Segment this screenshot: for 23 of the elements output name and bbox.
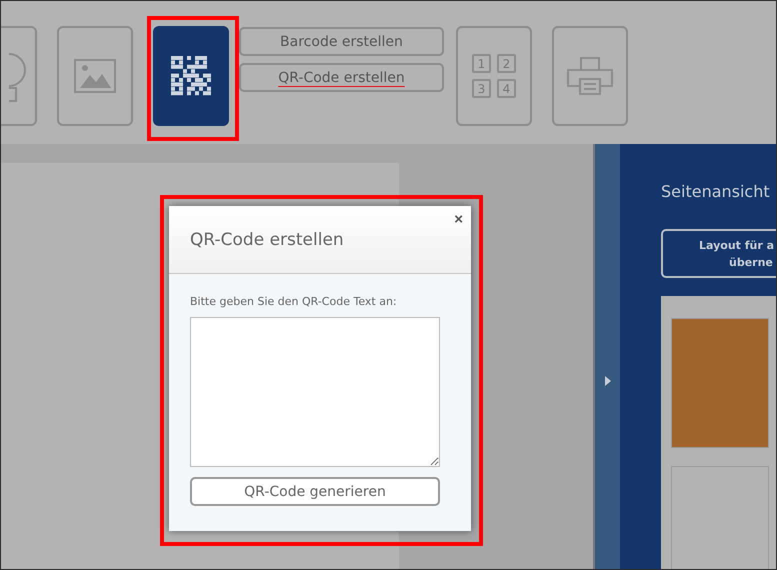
panel-title: Seitenansicht — [661, 182, 771, 201]
toolbar-button[interactable]: Barcode erstellen — [239, 27, 444, 56]
generate-button[interactable]: QR-Code generieren — [190, 477, 440, 506]
toolbar-tile[interactable] — [153, 26, 229, 126]
close-button[interactable]: × — [454, 211, 463, 228]
image-icon — [74, 59, 116, 93]
collapse-strip[interactable] — [593, 144, 620, 569]
number-label: 4 — [497, 79, 516, 98]
qr-code-icon — [171, 56, 211, 96]
toolbar-tile[interactable] — [57, 26, 133, 126]
dialog-title: QR-Code erstellen — [190, 230, 344, 250]
text-input-field[interactable] — [190, 317, 440, 467]
page-thumbnail[interactable] — [671, 466, 769, 569]
expand-arrow-icon — [604, 376, 610, 386]
number-label: 1 — [472, 54, 491, 73]
page-thumbnail[interactable] — [671, 318, 769, 448]
number-label: 3 — [472, 79, 491, 98]
printer-icon — [567, 57, 613, 95]
layout-button[interactable]: Layout für a überne — [661, 229, 776, 278]
toolbar-button[interactable]: QR-Code erstellen — [239, 63, 444, 92]
toolbar-tile[interactable] — [552, 26, 628, 126]
field-label: Bitte geben Sie den QR-Code Text an: — [190, 295, 398, 308]
number-label: 2 — [497, 54, 516, 73]
